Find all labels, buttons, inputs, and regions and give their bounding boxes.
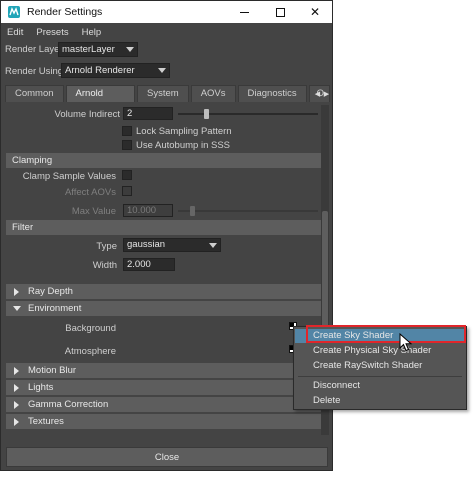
filter-type-dropdown[interactable]: gaussian (123, 238, 221, 252)
minimize-button[interactable] (227, 1, 261, 23)
tab-scroll-right-icon[interactable]: ▶ (322, 87, 331, 100)
tab-aovs[interactable]: AOVs (190, 85, 236, 102)
section-textures[interactable]: Textures (6, 414, 322, 429)
lock-sampling-checkbox[interactable] (122, 126, 132, 136)
section-environment[interactable]: Environment (6, 301, 322, 316)
atmosphere-shader-field[interactable] (123, 345, 283, 355)
filter-type-value: gaussian (127, 239, 166, 250)
filter-width-field[interactable]: 2.000 (123, 258, 175, 271)
menu-separator (298, 376, 462, 377)
render-layer-value: masterLayer (62, 44, 115, 55)
menu-item-create-physical-sky-shader[interactable]: Create Physical Sky Shader (295, 344, 465, 358)
title-bar: Render Settings ✕ (1, 1, 332, 23)
volume-indirect-field[interactable]: 2 (123, 107, 173, 120)
lights-title: Lights (28, 382, 54, 393)
maximize-icon (275, 7, 285, 17)
tab-bar: Common Arnold Renderer System AOVs Diagn… (5, 85, 330, 115)
maya-icon (8, 6, 20, 18)
section-lights[interactable]: Lights (6, 380, 322, 395)
max-value-field: 10.000 (123, 204, 173, 217)
chevron-down-icon (158, 68, 166, 73)
autobump-label: Use Autobump in SSS (136, 140, 230, 151)
render-using-label: Render Using (5, 66, 64, 77)
tab-system[interactable]: System (137, 85, 189, 102)
close-window-button[interactable]: ✕ (298, 1, 332, 23)
ray-depth-title: Ray Depth (28, 286, 73, 297)
menu-item-delete[interactable]: Delete (295, 394, 465, 408)
menu-edit[interactable]: Edit (7, 27, 23, 38)
affect-aovs-checkbox (122, 186, 132, 196)
tab-arnold-renderer[interactable]: Arnold Renderer (65, 85, 135, 115)
settings-panel: Volume Indirect 2 Lock Sampling Pattern … (6, 102, 324, 439)
close-icon: ✕ (309, 5, 321, 19)
clamp-sample-values-checkbox[interactable] (122, 170, 132, 180)
window-title: Render Settings (27, 6, 103, 18)
motion-blur-title: Motion Blur (28, 365, 77, 376)
max-value-label: Max Value (71, 206, 116, 217)
render-layer-dropdown[interactable]: masterLayer (58, 42, 138, 57)
chevron-down-icon (126, 47, 134, 52)
tab-common[interactable]: Common (5, 85, 64, 102)
render-using-value: Arnold Renderer (65, 65, 135, 76)
menu-presets[interactable]: Presets (36, 27, 68, 38)
volume-indirect-slider-handle[interactable] (204, 109, 209, 119)
section-clamping[interactable]: Clamping (6, 153, 322, 168)
volume-indirect-slider-track[interactable] (178, 113, 318, 115)
expand-arrow-icon (14, 418, 19, 426)
section-filter[interactable]: Filter (6, 220, 322, 235)
chevron-down-icon (209, 243, 217, 248)
annotation-highlight-box (306, 325, 466, 343)
collapse-arrow-icon (13, 306, 21, 311)
expand-arrow-icon (14, 367, 19, 375)
gamma-correction-title: Gamma Correction (28, 399, 109, 410)
lock-sampling-label: Lock Sampling Pattern (136, 126, 232, 137)
autobump-checkbox[interactable] (122, 140, 132, 150)
menu-item-disconnect[interactable]: Disconnect (295, 379, 465, 393)
environment-title: Environment (28, 303, 82, 314)
background-label: Background (65, 323, 116, 334)
filter-type-label: Type (96, 241, 117, 252)
render-settings-window: Render Settings ✕ Edit Presets Help Rend… (0, 0, 333, 471)
menu-bar: Edit Presets Help (1, 24, 332, 40)
menu-item-create-rayswitch-shader[interactable]: Create RaySwitch Shader (295, 359, 465, 373)
clamp-sample-values-label: Clamp Sample Values (22, 171, 116, 182)
filter-width-label: Width (92, 260, 117, 271)
atmosphere-label: Atmosphere (64, 346, 116, 357)
section-motion-blur[interactable]: Motion Blur (6, 363, 322, 378)
maximize-button[interactable] (263, 1, 297, 23)
max-value-slider-track (178, 210, 318, 212)
render-layer-label: Render Layer (5, 44, 63, 55)
tab-scroll-left-icon[interactable]: ◀ (313, 87, 322, 100)
section-gamma-correction[interactable]: Gamma Correction (6, 397, 322, 412)
minimize-icon (239, 12, 249, 13)
background-shader-field[interactable] (123, 322, 283, 332)
textures-title: Textures (28, 416, 64, 427)
render-using-dropdown[interactable]: Arnold Renderer (61, 63, 170, 78)
section-ray-depth[interactable]: Ray Depth (6, 284, 322, 299)
mouse-pointer-icon (399, 333, 413, 352)
expand-arrow-icon (14, 384, 19, 392)
max-value-slider-handle (190, 206, 195, 216)
affect-aovs-label: Affect AOVs (64, 187, 116, 198)
expand-arrow-icon (14, 401, 19, 409)
menu-help[interactable]: Help (82, 27, 102, 38)
tab-diagnostics[interactable]: Diagnostics (237, 85, 307, 102)
close-button[interactable]: Close (6, 447, 328, 467)
expand-arrow-icon (14, 288, 19, 296)
volume-indirect-label: Volume Indirect (54, 109, 120, 120)
